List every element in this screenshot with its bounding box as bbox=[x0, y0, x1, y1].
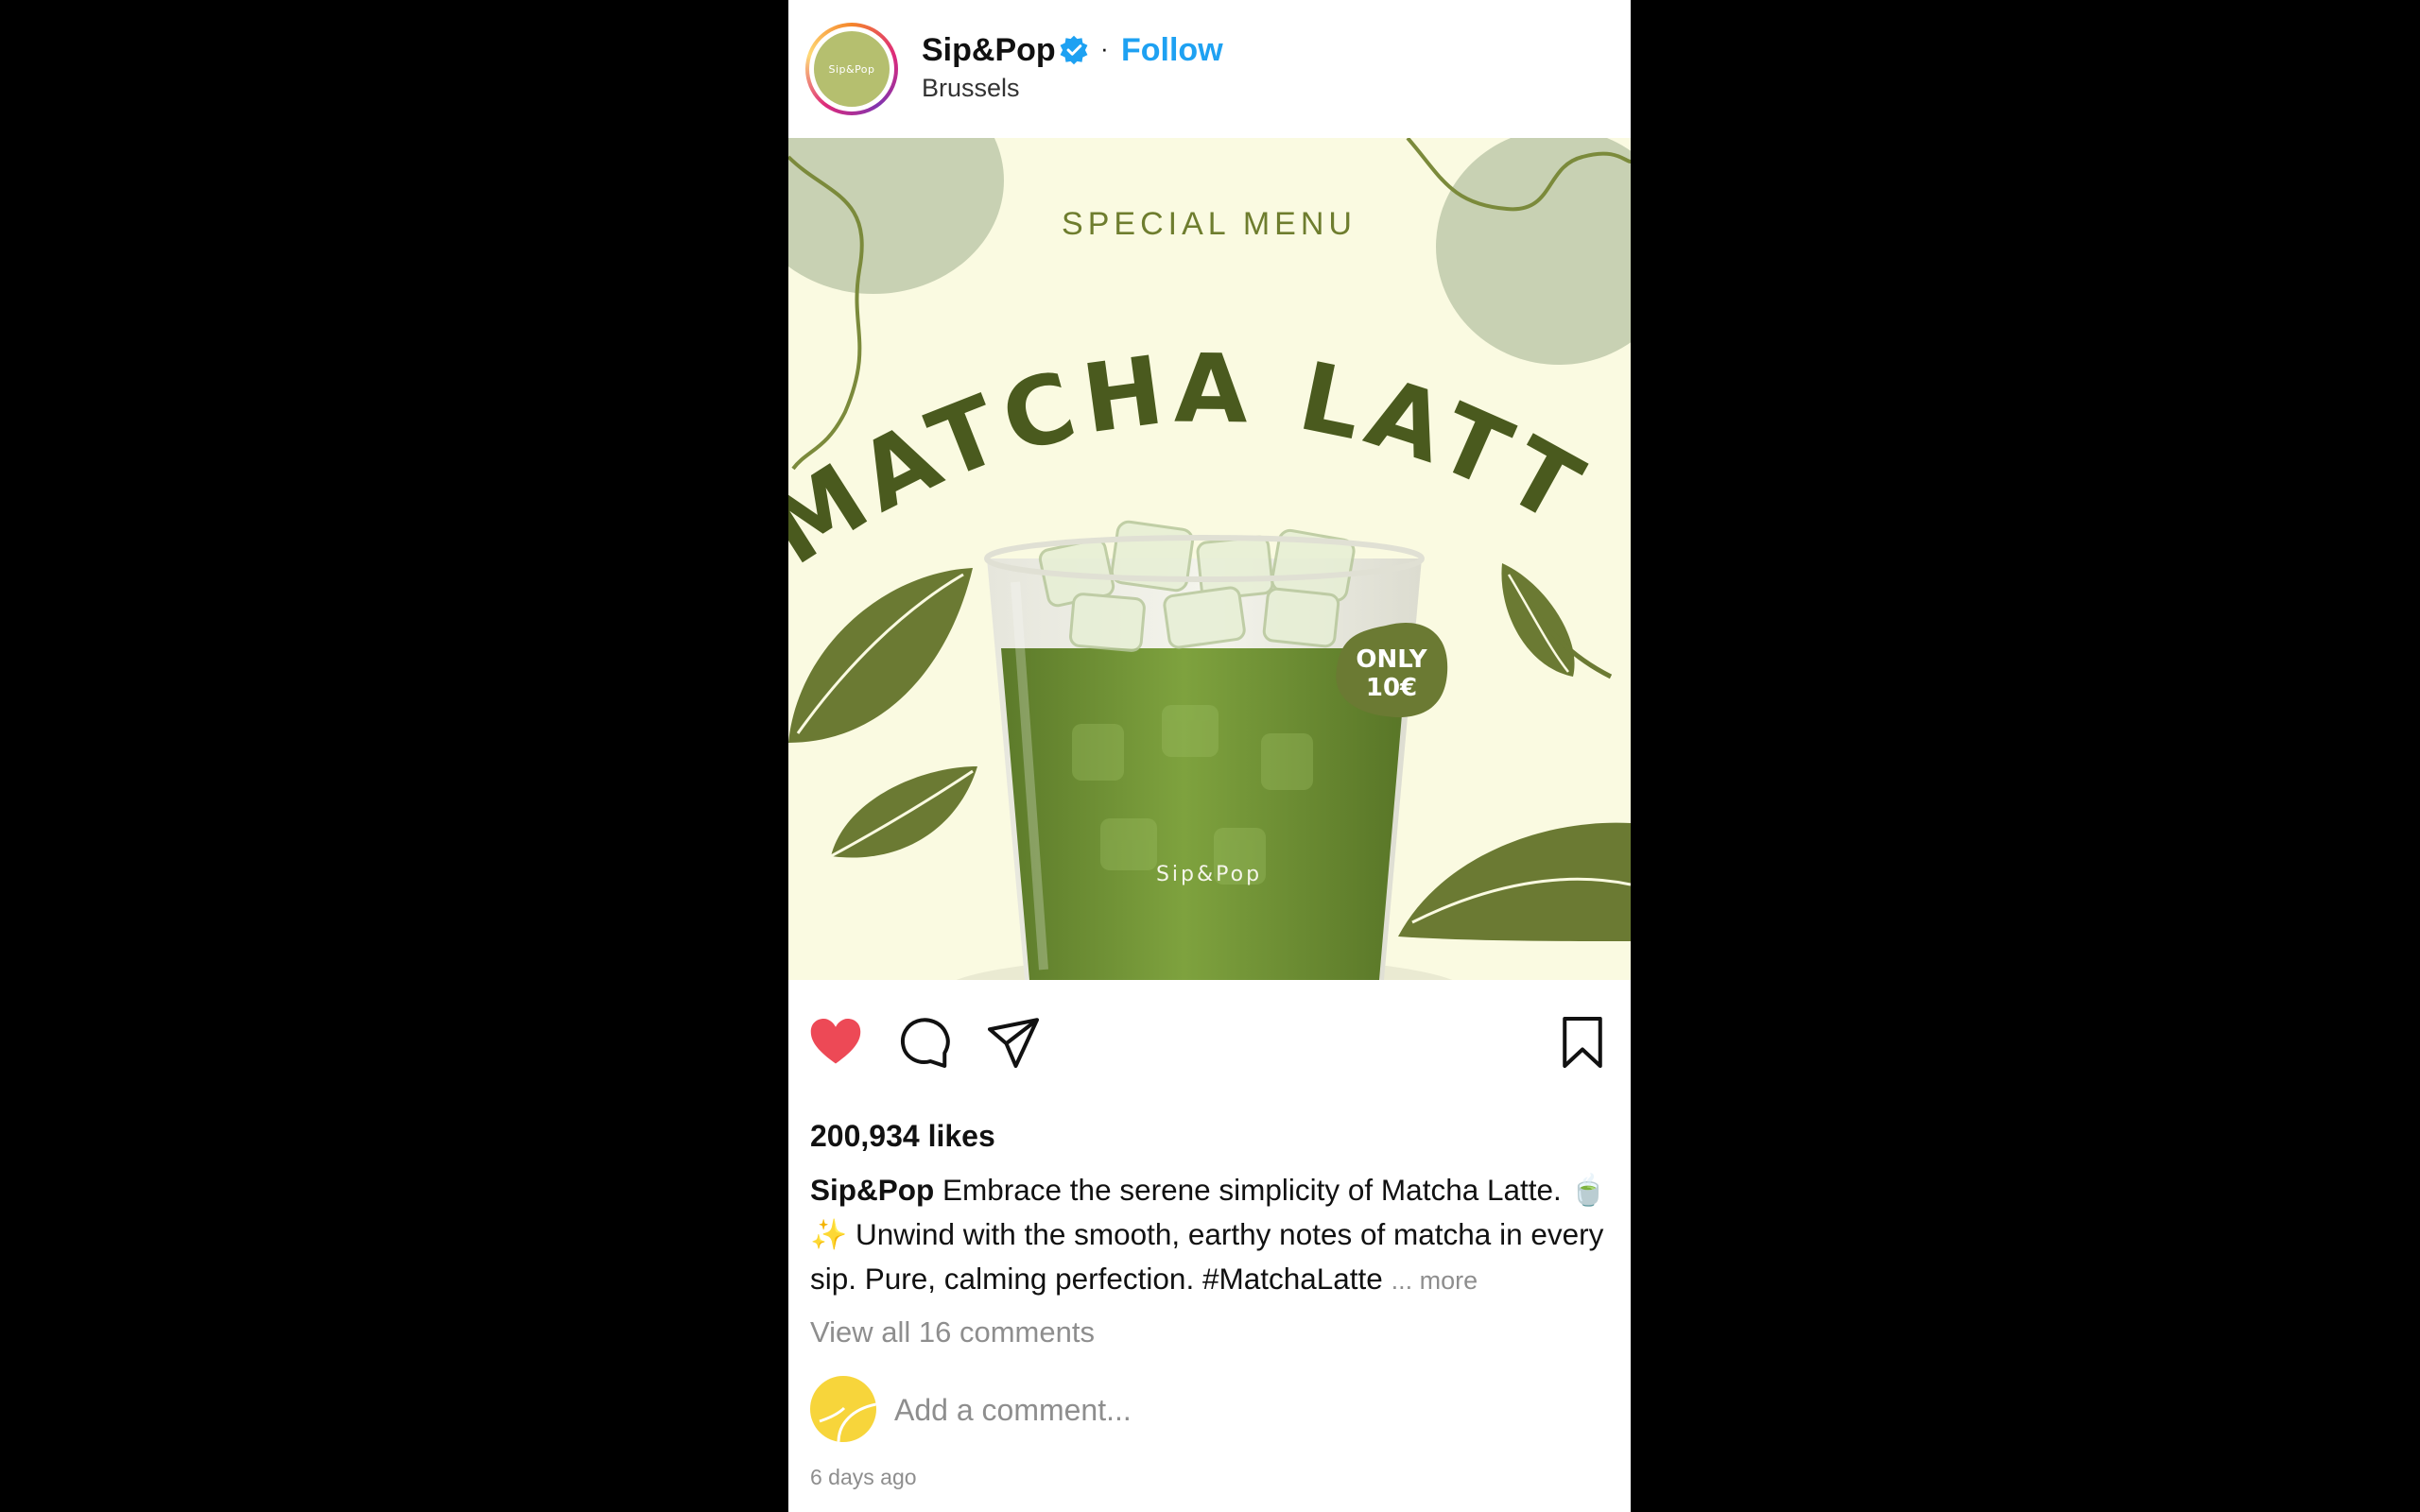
post-timestamp: 6 days ago bbox=[810, 1465, 917, 1489]
share-icon[interactable] bbox=[985, 1014, 1042, 1071]
avatar-logo-text: Sip&Pop bbox=[814, 31, 890, 107]
cup-brand-text: Sip&Pop bbox=[1156, 863, 1262, 886]
separator-dot: · bbox=[1100, 34, 1109, 62]
instagram-post: Sip&Pop Sip&Pop · Follow Brussels SPECIA… bbox=[788, 0, 1631, 1512]
decor-blob-left bbox=[788, 138, 1004, 294]
likes-count[interactable]: 200,934 likes bbox=[810, 1119, 995, 1154]
matcha-cup-image bbox=[956, 520, 1453, 980]
leaf-left-large bbox=[788, 568, 973, 743]
current-user-avatar bbox=[810, 1376, 876, 1442]
post-image[interactable]: SPECIAL MENU MATCHA LATTE bbox=[788, 138, 1631, 980]
account-username[interactable]: Sip&Pop bbox=[922, 32, 1056, 69]
verified-badge-icon bbox=[1060, 35, 1088, 65]
post-location[interactable]: Brussels bbox=[922, 74, 1020, 103]
comment-icon[interactable] bbox=[896, 1014, 953, 1071]
post-caption: Sip&Pop Embrace the serene simplicity of… bbox=[810, 1168, 1614, 1303]
heart-icon[interactable] bbox=[807, 1014, 864, 1071]
matcha-latte-promo-graphic: SPECIAL MENU MATCHA LATTE bbox=[788, 138, 1631, 980]
add-comment-input[interactable] bbox=[894, 1393, 1594, 1428]
decor-blob-right bbox=[1436, 138, 1631, 365]
leaf-left-small bbox=[830, 766, 977, 858]
account-avatar[interactable]: Sip&Pop bbox=[805, 23, 898, 115]
view-all-comments-link[interactable]: View all 16 comments bbox=[810, 1315, 1095, 1349]
price-line-2: 10€ bbox=[1366, 674, 1417, 702]
leaf-right-top bbox=[1501, 563, 1613, 679]
price-line-1: ONLY bbox=[1356, 645, 1427, 674]
follow-button[interactable]: Follow bbox=[1121, 32, 1223, 69]
caption-username[interactable]: Sip&Pop bbox=[810, 1173, 934, 1207]
bookmark-icon[interactable] bbox=[1554, 1014, 1611, 1071]
post-header: Sip&Pop Sip&Pop · Follow Brussels bbox=[788, 0, 1631, 138]
caption-more-link[interactable]: ... more bbox=[1392, 1266, 1478, 1295]
post-actions-bar bbox=[788, 980, 1631, 1103]
headline-special-menu: SPECIAL MENU bbox=[1062, 206, 1357, 242]
leaf-right-bottom bbox=[1398, 822, 1631, 941]
